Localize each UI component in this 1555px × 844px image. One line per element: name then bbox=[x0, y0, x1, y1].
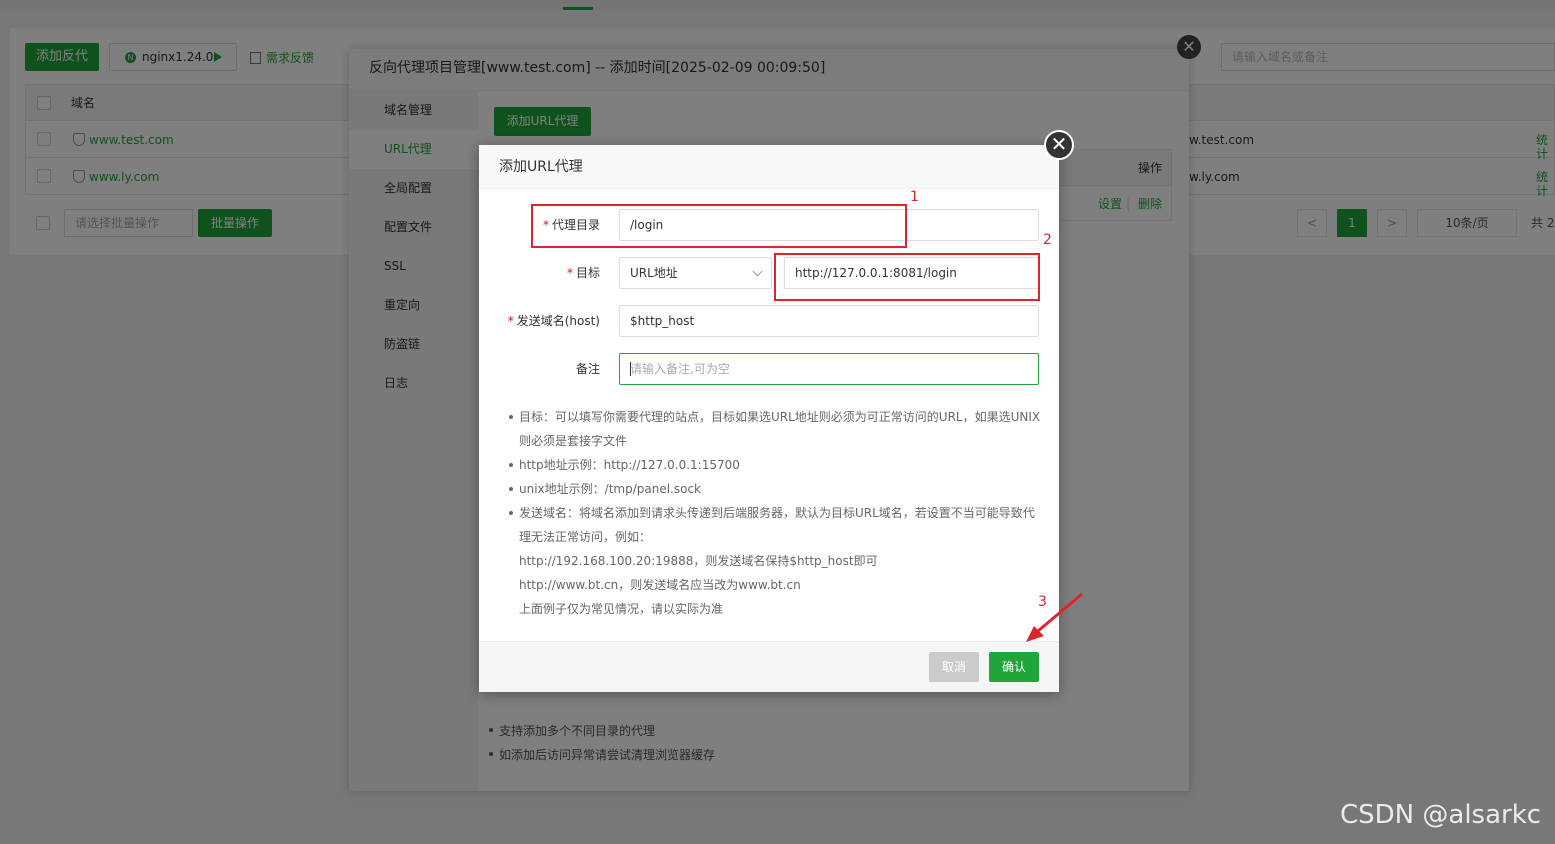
chevron-down-icon bbox=[752, 266, 763, 277]
target-type-select[interactable]: URL地址 bbox=[619, 257, 772, 289]
cancel-button[interactable]: 取消 bbox=[929, 652, 979, 682]
remark-input[interactable]: 请输入备注,可为空 bbox=[619, 353, 1039, 385]
required-mark: * bbox=[507, 314, 514, 328]
host-label: * 发送域名(host) bbox=[480, 305, 600, 337]
host-input[interactable]: $http_host bbox=[619, 305, 1039, 337]
host-label-text: 发送域名(host) bbox=[516, 314, 600, 328]
annotation-arrow-icon bbox=[1026, 592, 1083, 642]
annotation-number-1: 1 bbox=[910, 189, 919, 205]
help-item: unix地址示例：/tmp/panel.sock bbox=[509, 477, 1049, 501]
remark-label: 备注 bbox=[575, 362, 600, 376]
help-item-cont: 上面例子仅为常见情况，请以实际为准 bbox=[519, 602, 724, 616]
remark-placeholder: 请输入备注,可为空 bbox=[630, 362, 730, 376]
help-item: 目标：可以填写你需要代理的站点，目标如果选URL地址则必须为可正常访问的URL，… bbox=[509, 405, 1049, 429]
target-label: * 目标 bbox=[480, 257, 600, 289]
help-item-cont: 则必须是套接字文件 bbox=[519, 434, 628, 448]
text-caret bbox=[630, 362, 631, 376]
annotation-number-2: 2 bbox=[1043, 232, 1052, 248]
required-mark: * bbox=[566, 266, 573, 280]
target-type-value: URL地址 bbox=[630, 266, 678, 280]
dialog-close-icon[interactable]: ✕ bbox=[1044, 130, 1074, 160]
help-item-cont: http://192.168.100.20:19888，则发送域名保持$http… bbox=[519, 554, 878, 568]
help-item-cont: 理无法正常访问，例如： bbox=[519, 530, 652, 544]
annotation-box-2 bbox=[774, 253, 1040, 301]
dialog-title: 添加URL代理 bbox=[479, 145, 1059, 189]
help-list: 目标：可以填写你需要代理的站点，目标如果选URL地址则必须为可正常访问的URL，… bbox=[509, 405, 1049, 621]
watermark: CSDN @alsarkc bbox=[1340, 800, 1542, 830]
target-label-text: 目标 bbox=[575, 266, 600, 280]
help-item-cont: http://www.bt.cn，则发送域名应当改为www.bt.cn bbox=[519, 578, 801, 592]
help-item: http地址示例：http://127.0.0.1:15700 bbox=[509, 453, 1049, 477]
confirm-button[interactable]: 确认 bbox=[989, 652, 1039, 682]
help-item: 发送域名：将域名添加到请求头传递到后端服务器，默认为目标URL域名，若设置不当可… bbox=[509, 501, 1049, 525]
annotation-box-1 bbox=[531, 204, 907, 248]
